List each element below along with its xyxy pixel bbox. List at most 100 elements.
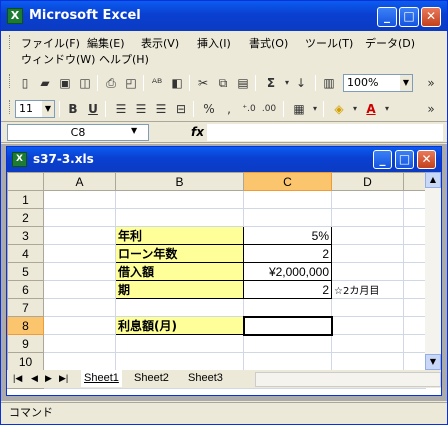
autosum-icon[interactable]: Σ	[263, 75, 279, 91]
cell[interactable]	[403, 208, 426, 227]
cell[interactable]	[403, 334, 426, 353]
menu-view[interactable]: 表示(V)	[141, 35, 179, 51]
print-preview-icon[interactable]: ◰	[123, 75, 139, 91]
title-bar[interactable]: X Microsoft Excel _ □ ✕	[1, 1, 447, 31]
horizontal-scrollbar[interactable]	[255, 372, 441, 387]
bold-icon[interactable]: B	[65, 101, 81, 117]
menu-window[interactable]: ウィンドウ(W)	[21, 51, 95, 67]
tab-sheet3[interactable]: Sheet3	[185, 370, 226, 387]
close-button[interactable]: ✕	[421, 7, 441, 27]
zoom-select[interactable]: 100% ▼	[343, 74, 413, 92]
cell[interactable]	[331, 190, 404, 209]
cell[interactable]	[115, 190, 244, 209]
scroll-up-icon[interactable]: ▲	[425, 172, 441, 188]
chevron-down-icon[interactable]: ▼	[400, 75, 412, 91]
paste-icon[interactable]: ▤	[235, 75, 251, 91]
cell[interactable]	[43, 190, 116, 209]
increase-decimal-icon[interactable]: ⁺.0	[241, 101, 257, 117]
cell[interactable]	[403, 298, 426, 317]
spelling-icon[interactable]: ᴬᴮ	[149, 75, 165, 91]
cell[interactable]	[243, 190, 332, 209]
cell-value[interactable]: ¥2,000,000	[243, 262, 332, 281]
row-header[interactable]: 7	[7, 298, 44, 317]
decrease-decimal-icon[interactable]: .00	[261, 101, 277, 117]
chevron-down-icon[interactable]: ▼	[42, 101, 54, 117]
column-header-e[interactable]	[403, 172, 426, 191]
font-color-icon[interactable]: A	[363, 101, 379, 117]
minimize-button[interactable]: _	[377, 7, 397, 27]
percent-icon[interactable]: %	[201, 101, 217, 117]
cell[interactable]	[43, 334, 116, 353]
cell[interactable]	[331, 298, 404, 317]
cell[interactable]	[43, 316, 116, 335]
row-header[interactable]: 2	[7, 208, 44, 227]
cell[interactable]	[43, 244, 116, 263]
active-cell[interactable]	[242, 315, 333, 336]
cell[interactable]	[43, 226, 116, 245]
menu-edit[interactable]: 編集(E)	[87, 35, 125, 51]
cell[interactable]	[115, 352, 244, 371]
cell[interactable]	[331, 352, 404, 371]
sort-ascending-icon[interactable]: ↓	[293, 75, 309, 91]
cell[interactable]	[43, 280, 116, 299]
menu-tools[interactable]: ツール(T)	[305, 35, 353, 51]
cell[interactable]	[115, 334, 244, 353]
cell-value[interactable]: 2	[243, 244, 332, 263]
cell[interactable]	[403, 244, 426, 263]
row-header[interactable]: 5	[7, 262, 44, 281]
cell-label[interactable]: 借入額	[115, 262, 244, 281]
last-sheet-icon[interactable]: ▶|	[59, 373, 68, 384]
cell[interactable]	[403, 190, 426, 209]
cell[interactable]	[43, 262, 116, 281]
toolbar-options-icon[interactable]: »	[423, 75, 439, 91]
cell[interactable]	[403, 280, 426, 299]
workbook-restore-button[interactable]: □	[395, 150, 414, 169]
research-icon[interactable]: ◧	[169, 75, 185, 91]
tab-sheet1[interactable]: Sheet1	[81, 370, 122, 387]
row-header[interactable]: 6	[7, 280, 44, 299]
print-icon[interactable]: ⎙	[103, 75, 119, 91]
menu-help[interactable]: ヘルプ(H)	[99, 51, 149, 67]
cell-note[interactable]: ☆2カ月目	[331, 280, 404, 299]
row-header[interactable]: 9	[7, 334, 44, 353]
name-box[interactable]: C8	[7, 124, 149, 141]
row-header[interactable]: 8	[7, 316, 44, 335]
menu-format[interactable]: 書式(O)	[249, 35, 288, 51]
workbook-title-bar[interactable]: X s37-3.xls _ □ ✕	[7, 147, 441, 172]
formula-input[interactable]	[207, 124, 443, 141]
save-icon[interactable]: ▣	[57, 75, 73, 91]
comma-style-icon[interactable]: ,	[221, 101, 237, 117]
menu-insert[interactable]: 挿入(I)	[197, 35, 231, 51]
cell[interactable]	[331, 244, 404, 263]
vertical-scrollbar[interactable]: ▲ ▼	[425, 172, 441, 370]
open-icon[interactable]: ▰	[37, 75, 53, 91]
cell[interactable]	[243, 298, 332, 317]
cell[interactable]	[403, 226, 426, 245]
prev-sheet-icon[interactable]: ◀	[31, 373, 38, 384]
row-header[interactable]: 3	[7, 226, 44, 245]
fill-color-icon[interactable]: ◈	[331, 101, 347, 117]
column-header-b[interactable]: B	[115, 172, 244, 191]
cell-value[interactable]: 5%	[243, 226, 332, 245]
cell[interactable]	[331, 316, 404, 335]
merge-center-icon[interactable]: ⊟	[173, 101, 189, 117]
font-color-dropdown-icon[interactable]: ▾	[379, 101, 395, 117]
column-header-c[interactable]: C	[243, 172, 332, 191]
cell-label[interactable]: 年利	[115, 226, 244, 245]
new-icon[interactable]: ▯	[17, 75, 33, 91]
scroll-down-icon[interactable]: ▼	[425, 354, 441, 370]
cell[interactable]	[43, 352, 116, 371]
cell-label[interactable]: 期	[115, 280, 244, 299]
underline-icon[interactable]: U	[85, 101, 101, 117]
borders-dropdown-icon[interactable]: ▾	[307, 101, 323, 117]
cell[interactable]	[331, 262, 404, 281]
column-header-d[interactable]: D	[331, 172, 404, 191]
menu-data[interactable]: データ(D)	[365, 35, 415, 51]
align-left-icon[interactable]: ☰	[113, 101, 129, 117]
cell[interactable]	[115, 208, 244, 227]
cell-label[interactable]: ローン年数	[115, 244, 244, 263]
cell[interactable]	[331, 208, 404, 227]
cell[interactable]	[115, 298, 244, 317]
cell[interactable]	[331, 226, 404, 245]
column-header-a[interactable]: A	[43, 172, 116, 191]
